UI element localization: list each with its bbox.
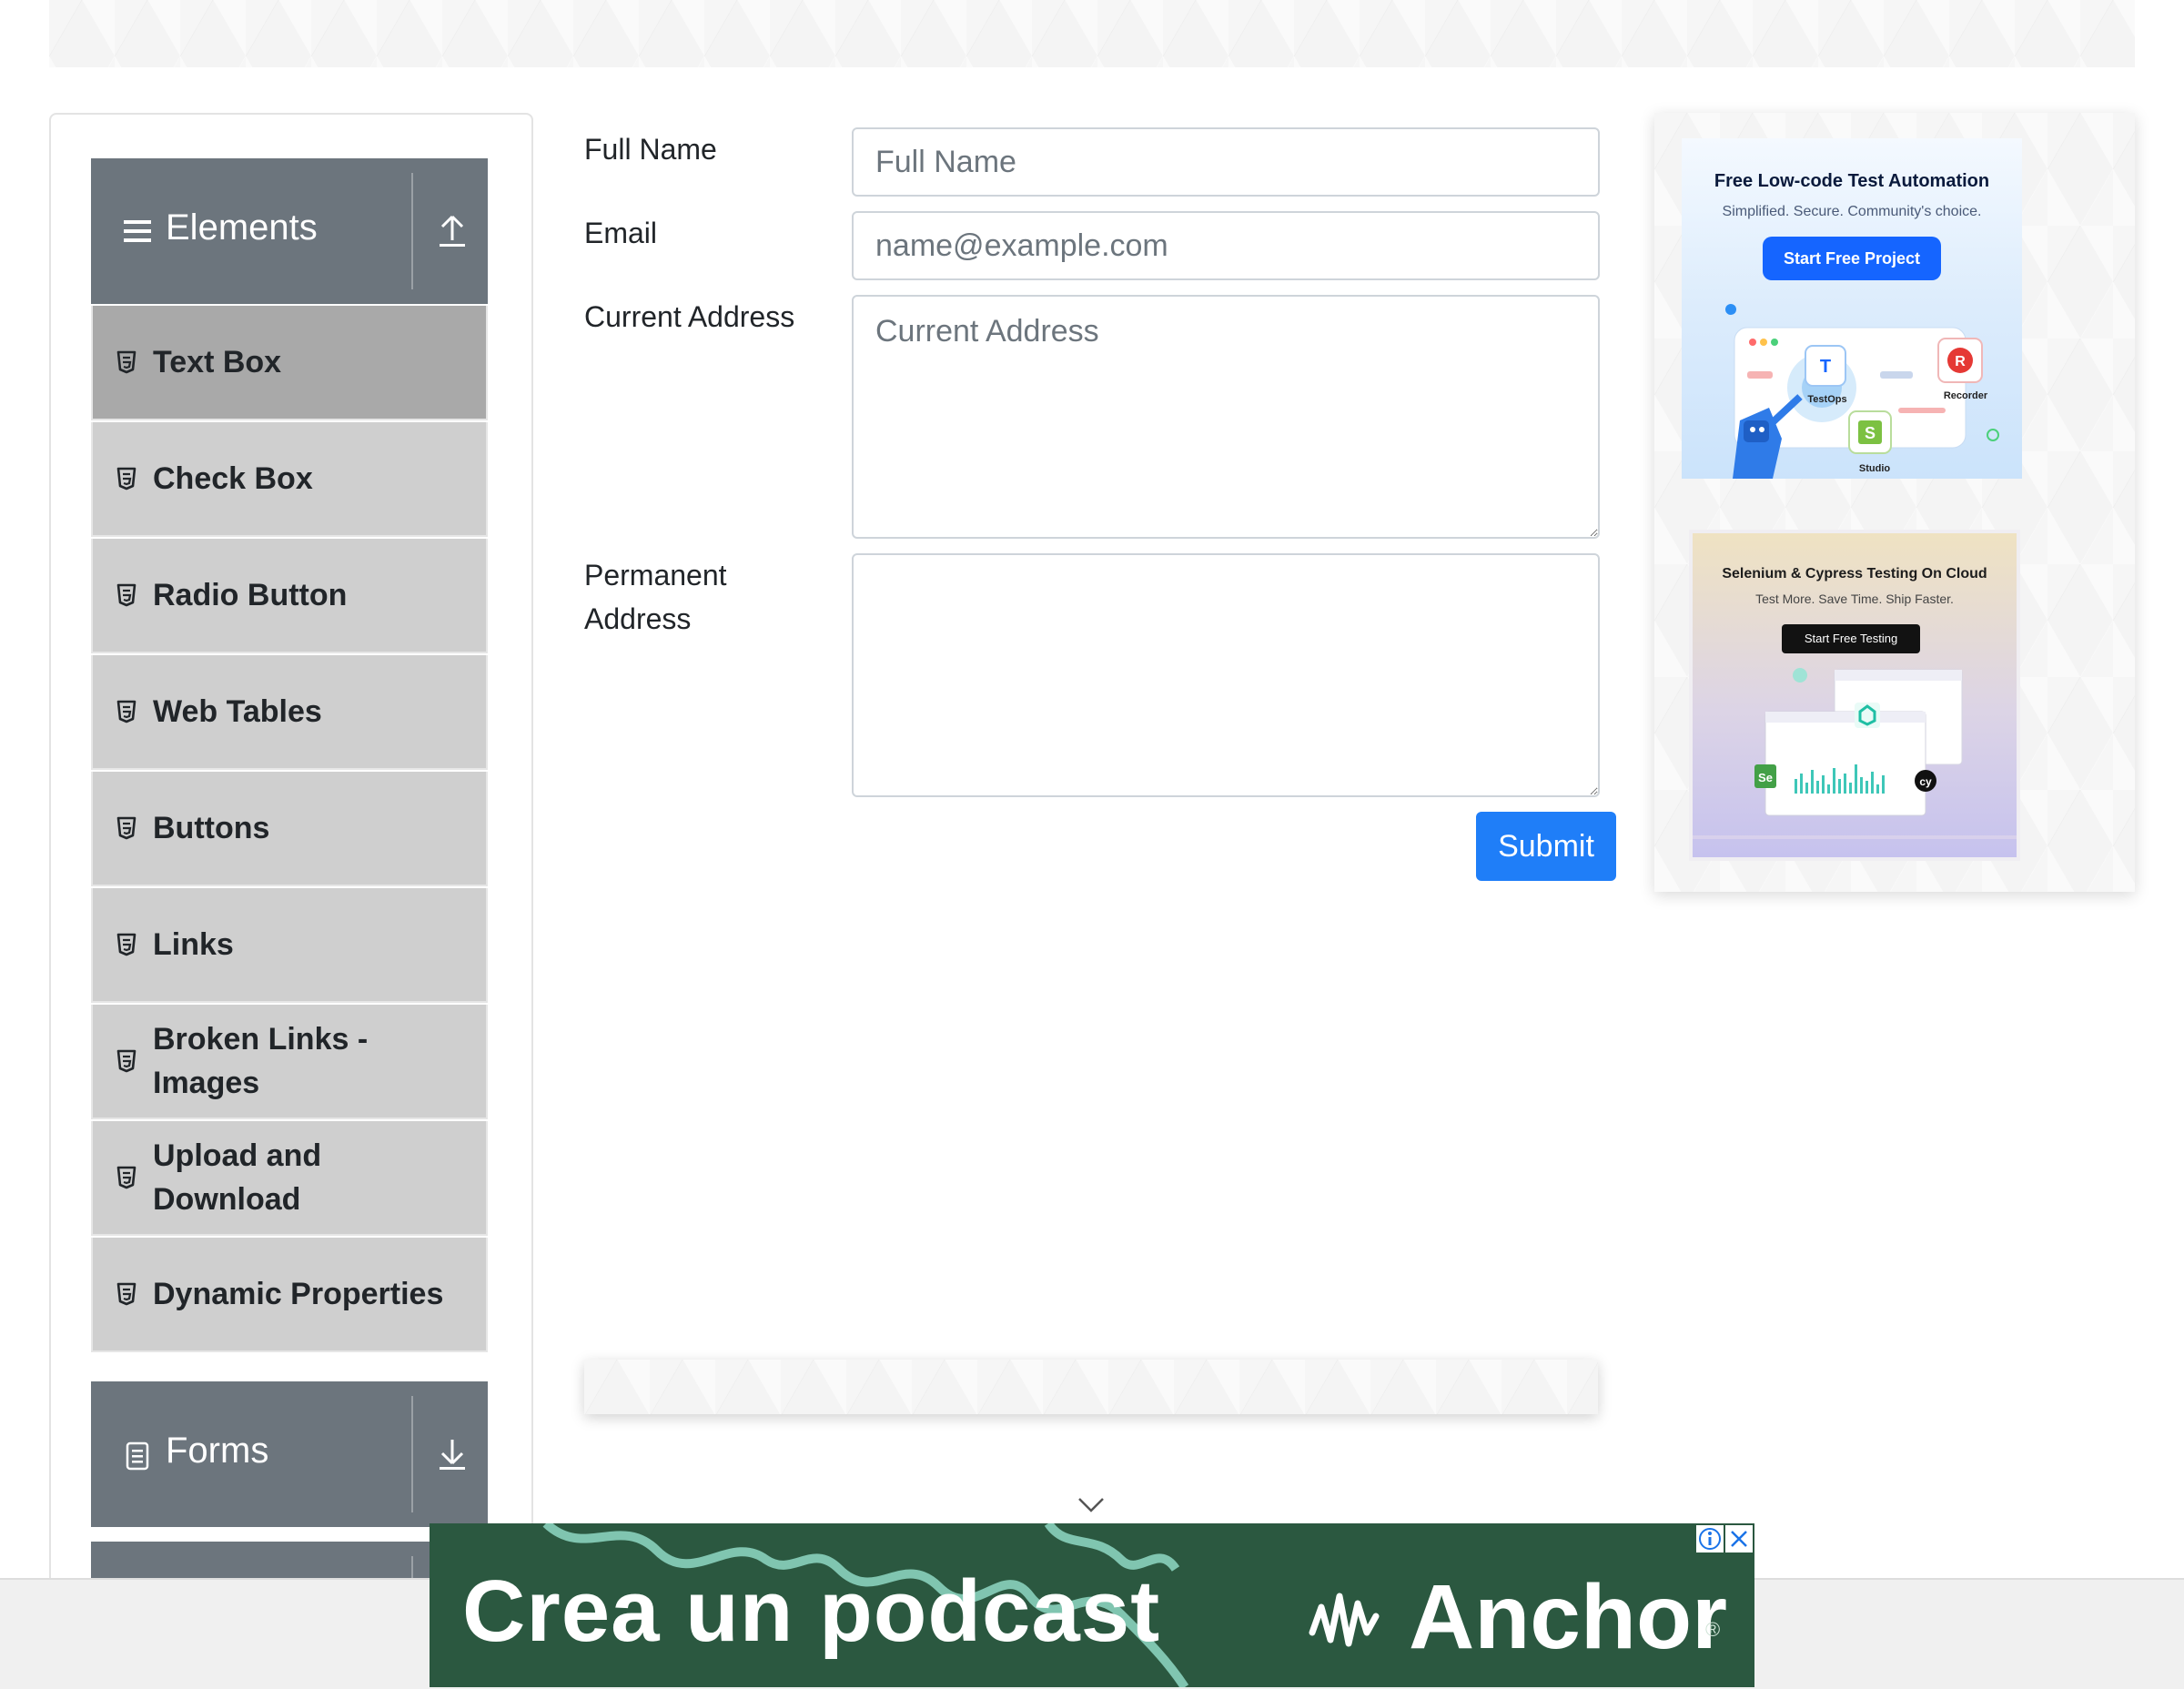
html5-shield-icon: [116, 1049, 136, 1073]
sidebar-item-label: Links: [153, 927, 234, 962]
svg-text:R: R: [1955, 354, 1966, 369]
ad-brand: Anchor: [1409, 1566, 1727, 1668]
html5-shield-icon: [116, 933, 136, 956]
ad-info-icon[interactable]: [1696, 1525, 1724, 1552]
sidebar-item-upload-and-download[interactable]: Upload and Download: [91, 1121, 488, 1236]
ad-title: Free Low-code Test Automation: [1714, 171, 1990, 191]
sidebar-item-label: Text Box: [153, 345, 282, 379]
permanent-address-textarea[interactable]: [852, 553, 1600, 797]
html5-shield-icon: [116, 1282, 136, 1306]
group-title-forms: Forms: [166, 1431, 269, 1471]
ad-headline: Crea un podcast: [462, 1563, 1161, 1660]
sidebar: Elements Forms Text Box Check Box Radio Bu…: [49, 113, 533, 1607]
html5-shield-icon: [116, 583, 136, 607]
sidebar-item-label: Broken Links - Images: [153, 1022, 369, 1100]
svg-text:Studio: Studio: [1859, 463, 1890, 474]
ad-cta-button[interactable]: Start Free Project: [1763, 237, 1941, 280]
sidebar-item-web-tables[interactable]: Web Tables: [91, 655, 488, 770]
expand-arrow-down-icon[interactable]: [431, 1432, 473, 1476]
mid-ad-banner: [584, 1360, 1598, 1414]
sidebar-item-links[interactable]: Links: [91, 888, 488, 1003]
ad-illustration: Se cy: [1693, 668, 2017, 839]
sidebar-item-label: Dynamic Properties: [153, 1277, 444, 1311]
group-header-forms[interactable]: Forms: [91, 1381, 488, 1527]
ad-katalon[interactable]: Free Low-code Test Automation Simplified…: [1682, 138, 2022, 479]
sidebar-item-label: Web Tables: [153, 694, 322, 729]
current-address-label: Current Address: [584, 300, 795, 333]
collapse-arrow-up-icon[interactable]: [431, 209, 473, 253]
submit-button[interactable]: Submit: [1476, 812, 1616, 881]
sidebar-item-dynamic-properties[interactable]: Dynamic Properties: [91, 1238, 488, 1352]
ad-cta-button[interactable]: Start Free Testing: [1782, 624, 1920, 653]
html5-shield-icon: [116, 1166, 136, 1189]
sidebar-item-label: Check Box: [153, 461, 313, 496]
svg-text:Se: Se: [1758, 771, 1773, 784]
svg-text:TestOps: TestOps: [1807, 394, 1846, 405]
header-divider: [411, 1396, 413, 1512]
group-header-elements[interactable]: Elements: [91, 158, 488, 304]
email-input[interactable]: [852, 211, 1600, 280]
ad-subtitle: Simplified. Secure. Community's choice.: [1722, 204, 1982, 219]
email-label: Email: [584, 217, 658, 249]
sidebar-item-radio-button[interactable]: Radio Button: [91, 539, 488, 653]
close-icon[interactable]: [1725, 1525, 1753, 1552]
sidebar-item-label: Upload and Download: [153, 1138, 322, 1217]
group-title-elements: Elements: [166, 207, 318, 248]
sidebar-item-broken-links-images[interactable]: Broken Links - Images: [91, 1005, 488, 1119]
html5-shield-icon: [116, 816, 136, 840]
full-name-input[interactable]: [852, 127, 1600, 197]
sidebar-item-check-box[interactable]: Check Box: [91, 422, 488, 537]
ad-subtitle: Test More. Save Time. Ship Faster.: [1755, 592, 1954, 606]
svg-text:cy: cy: [1919, 775, 1932, 788]
document-icon: [126, 1441, 149, 1471]
hamburger-menu-icon: [124, 220, 151, 242]
ad-lambdatest[interactable]: Selenium & Cypress Testing On Cloud Test…: [1689, 530, 2020, 861]
top-ad-banner: [49, 0, 2135, 67]
sidebar-item-text-box[interactable]: Text Box: [91, 306, 488, 420]
header-divider: [411, 173, 413, 289]
html5-shield-icon: [116, 700, 136, 723]
permanent-address-label: Permanent Address: [584, 559, 727, 635]
svg-text:Recorder: Recorder: [1944, 390, 1988, 401]
sidebar-item-label: Radio Button: [153, 578, 348, 612]
ad-registered-mark: ®: [1705, 1618, 1721, 1641]
chevron-down-icon[interactable]: [1077, 1496, 1105, 1514]
svg-text:T: T: [1820, 357, 1831, 377]
anchor-logo-icon: [1309, 1593, 1380, 1647]
bottom-ad-anchor[interactable]: Crea un podcast Anchor ®: [430, 1523, 1754, 1687]
svg-text:S: S: [1865, 424, 1876, 442]
sidebar-item-label: Buttons: [153, 811, 270, 845]
html5-shield-icon: [116, 467, 136, 491]
ad-title: Selenium & Cypress Testing On Cloud: [1722, 566, 1987, 582]
ad-illustration: T TestOps R Recorder S Studio: [1725, 304, 1999, 479]
full-name-label: Full Name: [584, 133, 717, 166]
html5-shield-icon: [116, 350, 136, 374]
sidebar-item-buttons[interactable]: Buttons: [91, 772, 488, 886]
current-address-textarea[interactable]: [852, 295, 1600, 539]
